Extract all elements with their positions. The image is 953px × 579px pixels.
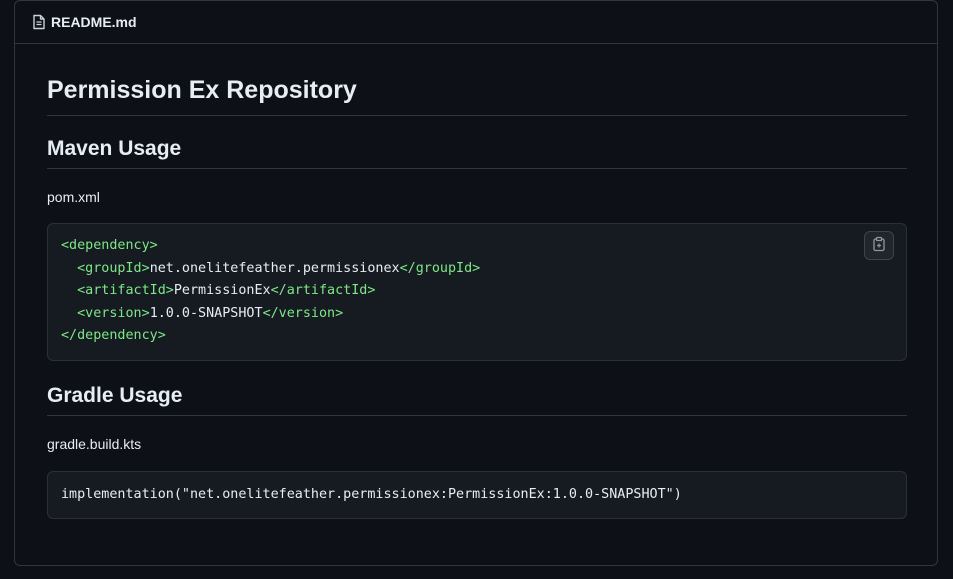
file-label-pom: pom.xml: [47, 189, 100, 205]
xml-value: 1.0.0-SNAPSHOT: [149, 305, 263, 321]
readme-filename[interactable]: README.md: [51, 14, 137, 30]
code-line: <dependency>: [61, 235, 158, 257]
maven-code-block[interactable]: <dependency> <groupId>net.onelitefeather…: [47, 223, 907, 361]
code-line: <artifactId>PermissionEx</artifactId>: [61, 280, 375, 302]
code-line: </dependency>: [61, 325, 166, 347]
section-heading-gradle: Gradle Usage: [47, 383, 907, 416]
xml-close-tag: </version>: [262, 305, 344, 321]
xml-open-tag: <dependency>: [61, 238, 158, 253]
section-heading-maven: Maven Usage: [47, 136, 907, 169]
gradle-code-line: implementation("net.onelitefeather.permi…: [61, 487, 682, 502]
readme-header: README.md: [15, 1, 937, 44]
page-title: Permission Ex Repository: [47, 74, 907, 116]
code-line: <groupId>net.onelitefeather.permissionex…: [61, 258, 480, 280]
xml-value: net.onelitefeather.permissionex: [149, 260, 400, 276]
copy-icon: [872, 236, 886, 256]
xml-close-tag: </artifactId>: [270, 283, 376, 298]
gradle-code-block[interactable]: implementation("net.onelitefeather.permi…: [47, 471, 907, 519]
copy-button[interactable]: [864, 231, 894, 260]
xml-open-tag: <groupId>: [77, 260, 150, 276]
xml-open-tag: </dependency>: [61, 328, 166, 343]
file-label-gradle: gradle.build.kts: [47, 436, 142, 452]
readme-container: README.md Permission Ex Repository Maven…: [14, 0, 938, 566]
xml-close-tag: </groupId>: [399, 260, 481, 276]
file-icon: [32, 14, 46, 30]
xml-open-tag: <artifactId>: [77, 283, 174, 298]
xml-value: PermissionEx: [173, 283, 271, 298]
code-line: <version>1.0.0-SNAPSHOT</version>: [61, 303, 343, 325]
xml-open-tag: <version>: [77, 305, 150, 321]
